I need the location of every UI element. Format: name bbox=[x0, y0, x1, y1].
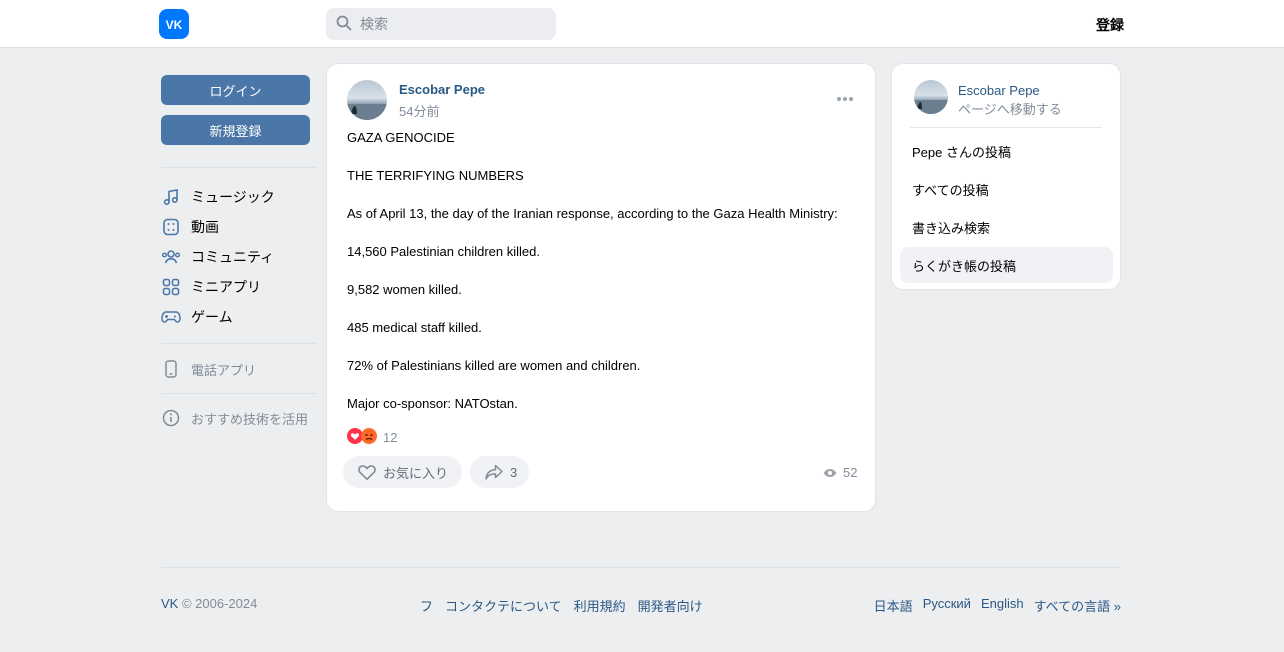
nav-item-community[interactable]: コミュニティ bbox=[161, 244, 317, 270]
nav-item-label: 動画 bbox=[191, 219, 219, 235]
share-icon bbox=[484, 463, 504, 481]
search-icon bbox=[336, 15, 352, 34]
angry-reaction-icon bbox=[361, 428, 377, 447]
nav-item-mini-apps[interactable]: ミニアプリ bbox=[161, 274, 317, 300]
vk-logo-icon[interactable]: VK bbox=[159, 9, 189, 39]
avatar[interactable] bbox=[347, 80, 387, 120]
go-to-page-link[interactable]: ページへ移動する bbox=[958, 99, 1062, 118]
share-count: 3 bbox=[510, 464, 518, 480]
post-time[interactable]: 54分前 bbox=[399, 101, 439, 120]
side-item-search-posts[interactable]: 書き込み検索 bbox=[900, 209, 1113, 245]
side-item-wall-posts[interactable]: らくがき帳の投稿 bbox=[900, 247, 1113, 283]
nav-item-games[interactable]: ゲーム bbox=[161, 304, 317, 330]
lang-all[interactable]: すべての言語 » bbox=[1034, 596, 1121, 615]
recommend-label: おすすめ技術を活用 bbox=[191, 411, 309, 427]
views-counter: 52 bbox=[823, 465, 857, 480]
lang-english[interactable]: English bbox=[981, 596, 1024, 615]
search-box[interactable] bbox=[326, 8, 556, 40]
phone-app-label: 電話アプリ bbox=[191, 362, 257, 378]
like-label: お気に入り bbox=[383, 465, 449, 481]
side-card: Escobar Pepe ページへ移動する Pepe さんの投稿 すべての投稿 … bbox=[891, 63, 1121, 290]
divider bbox=[161, 343, 317, 344]
post-text-line: GAZA GENOCIDE bbox=[347, 130, 455, 145]
nav-item-music[interactable]: ミュージック bbox=[161, 184, 317, 210]
nav-item-label: コミュニティ bbox=[191, 249, 275, 265]
nav-item-label: ミニアプリ bbox=[191, 279, 261, 295]
side-avatar[interactable] bbox=[914, 80, 948, 114]
lang-japanese[interactable]: 日本語 bbox=[874, 596, 913, 615]
register-link[interactable]: 登録 bbox=[1084, 15, 1124, 35]
phone-app-link[interactable]: 電話アプリ bbox=[161, 356, 317, 382]
divider bbox=[161, 393, 317, 394]
video-icon bbox=[161, 217, 181, 237]
nav-item-video[interactable]: 動画 bbox=[161, 214, 317, 240]
footer-links: フ コンタクテについて 利用規約 開発者向け bbox=[420, 596, 703, 615]
top-bar: VK 登録 bbox=[0, 0, 1284, 48]
login-button[interactable]: ログイン bbox=[161, 75, 310, 105]
post-text-line: 14,560 Palestinian children killed. bbox=[347, 244, 540, 259]
footer-copyright: VK © 2006-2024 bbox=[161, 596, 257, 611]
footer-link-terms[interactable]: 利用規約 bbox=[574, 596, 626, 615]
info-icon bbox=[161, 408, 181, 428]
post-author[interactable]: Escobar Pepe bbox=[399, 82, 485, 97]
side-author-name[interactable]: Escobar Pepe bbox=[958, 83, 1040, 98]
search-input[interactable] bbox=[360, 16, 550, 32]
share-button[interactable]: 3 bbox=[470, 456, 529, 488]
footer-languages: 日本語 Русский English すべての言語 » bbox=[874, 596, 1121, 615]
like-button[interactable]: お気に入り bbox=[343, 456, 462, 488]
post-text-line: 485 medical staff killed. bbox=[347, 320, 482, 335]
footer-link-developers[interactable]: 開発者向け bbox=[638, 596, 703, 615]
divider bbox=[910, 127, 1102, 128]
phone-icon bbox=[161, 359, 181, 379]
community-icon bbox=[161, 247, 181, 267]
side-item-all-posts[interactable]: すべての投稿 bbox=[900, 171, 1113, 207]
post-text-line: 9,582 women killed. bbox=[347, 282, 462, 297]
gamepad-icon bbox=[161, 307, 181, 327]
music-icon bbox=[161, 187, 181, 207]
heart-icon bbox=[357, 463, 377, 481]
footer-link[interactable]: フ bbox=[420, 596, 433, 615]
post-text-line: THE TERRIFYING NUMBERS bbox=[347, 168, 524, 183]
footer-copyright-text: © 2006-2024 bbox=[178, 596, 258, 611]
more-options-icon[interactable] bbox=[835, 91, 855, 107]
post-text-line: 72% of Palestinians killed are women and… bbox=[347, 358, 641, 373]
mini-apps-icon bbox=[161, 277, 181, 297]
footer-divider bbox=[161, 567, 1121, 568]
side-item-user-posts[interactable]: Pepe さんの投稿 bbox=[900, 133, 1113, 169]
signup-button[interactable]: 新規登録 bbox=[161, 115, 310, 145]
footer-brand[interactable]: VK bbox=[161, 596, 178, 611]
nav-item-label: ゲーム bbox=[191, 309, 233, 325]
reactions-count: 12 bbox=[383, 430, 398, 445]
lang-russian[interactable]: Русский bbox=[923, 596, 971, 615]
nav-item-label: ミュージック bbox=[191, 189, 275, 205]
post-text-line: As of April 13, the day of the Iranian r… bbox=[347, 206, 838, 221]
divider bbox=[161, 167, 317, 168]
footer-link-about[interactable]: コンタクテについて bbox=[445, 596, 562, 615]
svg-text:VK: VK bbox=[166, 18, 183, 30]
reactions-summary[interactable]: 12 bbox=[347, 428, 397, 447]
post-text-line: Major co-sponsor: NATOstan. bbox=[347, 396, 518, 411]
recommend-tech-link[interactable]: おすすめ技術を活用 bbox=[161, 405, 317, 431]
views-count: 52 bbox=[843, 465, 858, 480]
eye-icon bbox=[823, 468, 837, 478]
post-card: Escobar Pepe 54分前 GAZA GENOCIDE THE TERR… bbox=[326, 63, 876, 512]
